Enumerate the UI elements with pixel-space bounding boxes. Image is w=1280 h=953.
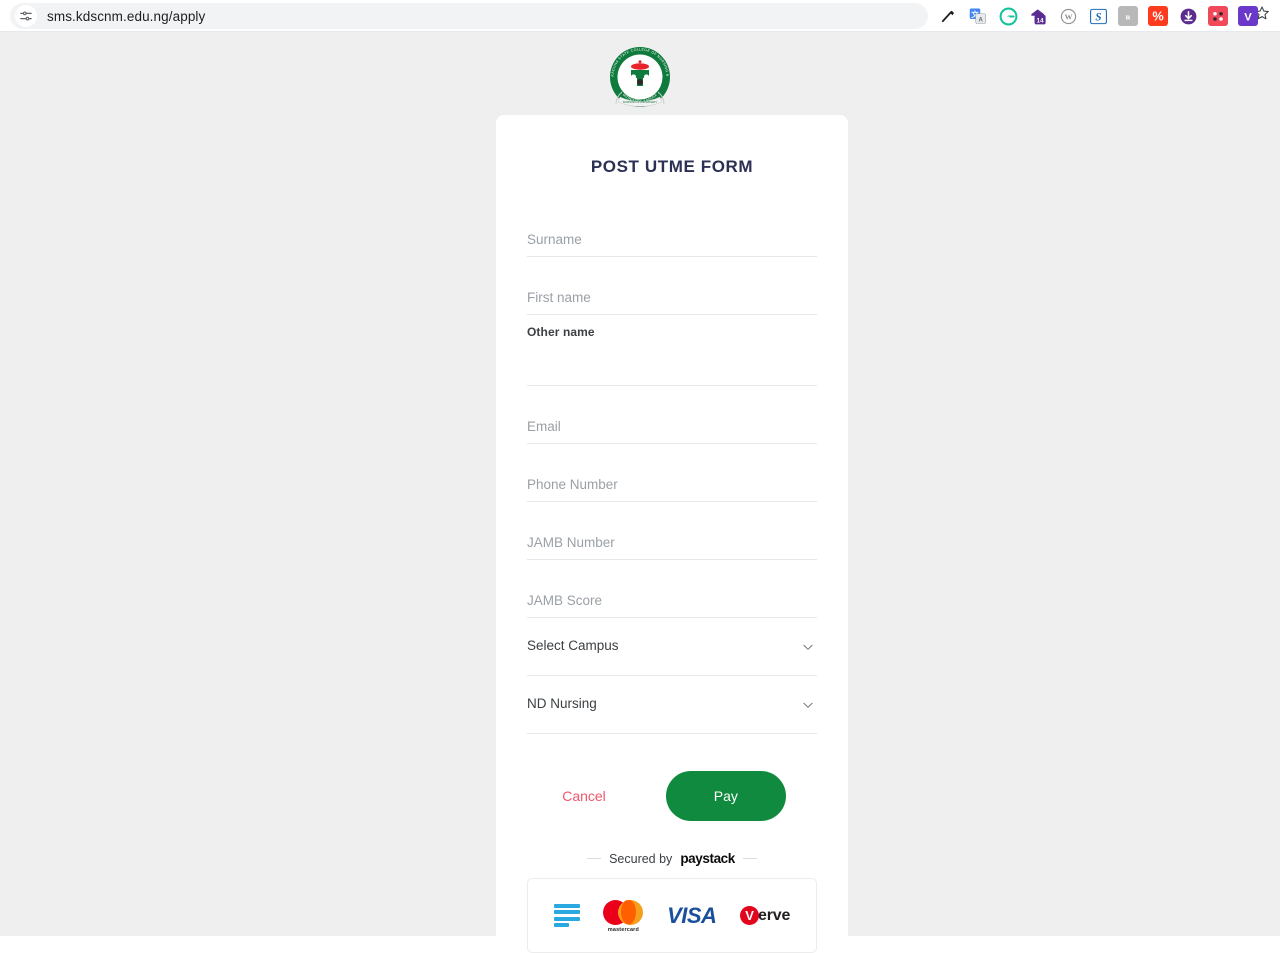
email-input[interactable] [527,419,817,434]
site-settings-icon[interactable] [15,5,37,27]
page-title: POST UTME FORM [590,157,754,176]
other-name-input[interactable] [527,360,817,375]
mastercard-logo: mastercard [603,899,644,933]
secured-by-paystack: Secured by paystack [496,851,848,866]
field-phone-number[interactable] [527,444,817,502]
surname-input[interactable] [527,232,817,247]
divider-left [587,858,602,859]
svg-text:14: 14 [1036,17,1044,24]
pay-button[interactable]: Pay [665,771,786,821]
svg-text:V: V [1244,12,1252,24]
unknown-gray-extension-icon[interactable]: ʀ [1118,6,1138,26]
mastercard-wordmark: mastercard [607,926,639,933]
form-actions: Cancel Pay [527,771,817,821]
percent-extension-icon[interactable]: % [1148,6,1168,26]
url-text: sms.kdscnm.edu.ng/apply [47,8,206,24]
mastercard-mark: mastercard [603,899,644,933]
select-campus-value: Select Campus [527,638,619,653]
select-campus[interactable]: Select Campus [527,618,817,676]
field-jamb-number[interactable] [527,502,817,560]
first-name-input[interactable] [527,290,817,305]
page-background: KADUNA STATE COLLEGE OF NURSING & MIDWIF… [0,32,1280,953]
visa-wordmark: VISA [667,902,717,928]
svg-text:%: % [1152,9,1163,24]
download-extension-icon[interactable] [1178,6,1198,26]
jamb-score-input[interactable] [527,593,817,608]
field-other-name[interactable]: Other name [527,315,817,386]
form-body: Other name Select Campus [527,177,817,821]
visa-logo: VISA [667,902,717,929]
verve-mark: V erve [740,906,790,925]
select-programme[interactable]: ND Nursing [527,676,817,734]
bank-transfer-logo [553,903,580,928]
verve-logo: V erve [740,906,790,925]
cancel-button[interactable]: Cancel [558,782,610,810]
field-email[interactable] [527,386,817,444]
svg-text:NURSING & MIDWIFERY: NURSING & MIDWIFERY [623,100,658,104]
application-card: POST UTME FORM Other name [496,115,848,953]
extensions-strip: 文 A 14 W S ʀ % V [938,0,1258,32]
grammarly-extension-icon[interactable] [998,6,1018,26]
dots-red-extension-icon[interactable] [1208,6,1228,26]
browser-toolbar: sms.kdscnm.edu.ng/apply 文 A 14 W S ʀ % V [0,0,1280,32]
secured-prefix: Secured by [609,851,673,866]
select-programme-value: ND Nursing [527,696,597,711]
omnibox[interactable]: sms.kdscnm.edu.ng/apply [10,3,928,29]
chevron-down-icon [801,698,815,712]
paystack-wordmark: paystack [680,851,735,866]
college-seal-logo: KADUNA STATE COLLEGE OF NURSING & MIDWIF… [608,45,672,115]
v-purple-extension-icon[interactable]: V [1238,6,1258,26]
phone-number-input[interactable] [527,477,817,492]
bars-icon [553,903,580,928]
eyedropper-extension-icon[interactable] [938,6,958,26]
wordpress-extension-icon[interactable]: W [1058,6,1078,26]
accepted-cards-box: mastercard VISA V erve [527,878,817,953]
other-name-label: Other name [527,325,595,339]
calendar-extension-icon[interactable]: 14 [1028,6,1048,26]
verve-v-badge: V [740,906,760,925]
divider-right [742,858,757,859]
svg-text:W: W [1064,12,1072,21]
google-translate-extension-icon[interactable]: 文 A [968,6,988,26]
chevron-down-icon [801,640,815,654]
jamb-number-input[interactable] [527,535,817,550]
field-jamb-score[interactable] [527,560,817,618]
svg-text:A: A [978,17,983,23]
svg-text:ʀ: ʀ [1126,11,1131,21]
field-surname[interactable] [527,199,817,257]
scribe-extension-icon[interactable]: S [1088,6,1108,26]
svg-text:S: S [1095,11,1101,23]
verve-wordmark: erve [758,906,791,924]
field-first-name[interactable] [527,257,817,315]
